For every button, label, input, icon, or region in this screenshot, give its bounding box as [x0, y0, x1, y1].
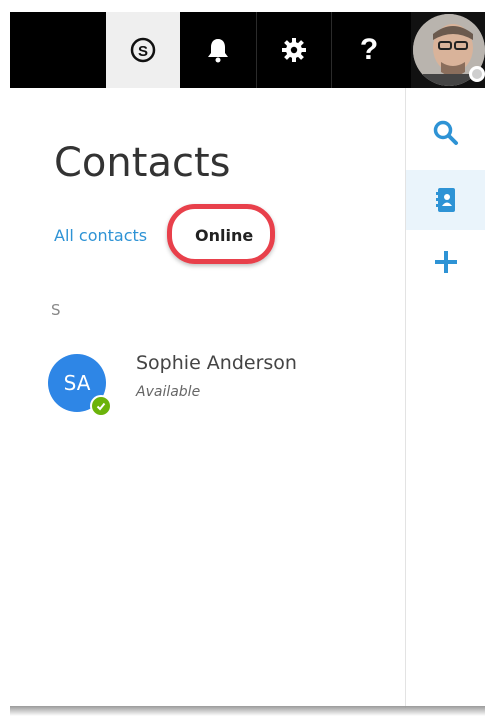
skype-logo-icon: S — [130, 37, 156, 63]
presence-available-icon — [90, 395, 112, 417]
contacts-nav-button[interactable] — [406, 170, 485, 230]
skype-button[interactable]: S — [106, 12, 180, 88]
my-status-indicator — [469, 66, 485, 82]
contact-status: Available — [136, 384, 201, 400]
section-header: S — [51, 301, 61, 319]
search-button[interactable] — [406, 103, 485, 163]
search-icon — [433, 120, 458, 145]
page-title: Contacts — [54, 140, 231, 186]
side-rail — [405, 88, 485, 708]
top-bar: S ? — [10, 12, 485, 88]
settings-button[interactable] — [256, 12, 331, 88]
contact-name: Sophie Anderson — [136, 352, 297, 374]
tab-online[interactable]: Online — [195, 226, 253, 245]
my-profile-avatar[interactable] — [411, 12, 485, 88]
add-button[interactable] — [406, 232, 485, 292]
notifications-button[interactable] — [181, 12, 255, 88]
help-label: ? — [359, 33, 379, 66]
tab-all-contacts[interactable]: All contacts — [54, 226, 147, 245]
contact-initials: SA — [63, 371, 91, 395]
contacts-book-icon — [436, 188, 455, 212]
gear-icon — [282, 38, 306, 62]
add-icon — [435, 251, 457, 273]
bell-icon — [208, 39, 228, 63]
window-bottom-edge — [10, 706, 485, 716]
svg-text:S: S — [138, 43, 148, 60]
help-button[interactable]: ? — [331, 12, 406, 88]
contacts-panel: Contacts All contacts Online S SA Sophie… — [10, 88, 405, 708]
contact-list-item[interactable]: SA Sophie Anderson Available — [48, 350, 388, 417]
